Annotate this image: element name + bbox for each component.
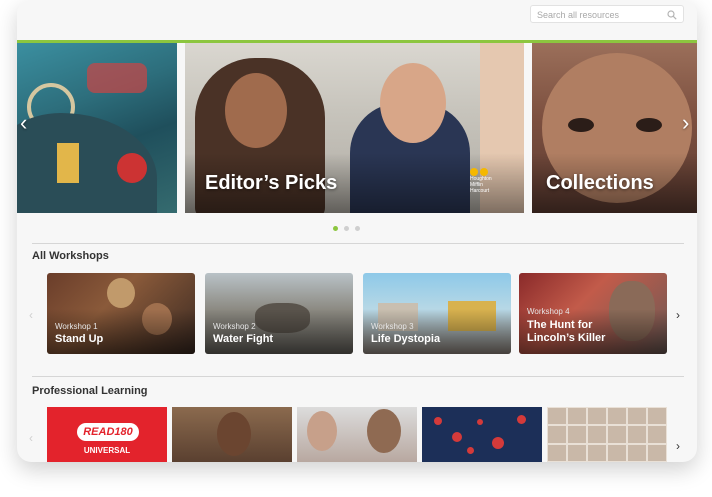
carousel-pagination — [333, 226, 360, 231]
workshop-number: Workshop 3 — [371, 322, 414, 331]
chevron-left-icon[interactable]: ‹ — [29, 432, 33, 444]
pagination-dot[interactable] — [344, 226, 349, 231]
chevron-right-icon[interactable]: › — [676, 440, 680, 452]
chevron-right-icon[interactable]: › — [676, 309, 680, 321]
search-icon[interactable] — [667, 10, 677, 20]
learning-card[interactable] — [422, 407, 542, 462]
hero-slide-left[interactable] — [17, 43, 177, 213]
learning-card-read180[interactable]: READ180 UNIVERSAL — [47, 407, 167, 462]
workshop-title: Water Fight — [213, 333, 274, 345]
workshop-title: Stand Up — [55, 333, 104, 345]
hero-slide-title: Editor’s Picks — [205, 172, 338, 194]
learning-card[interactable] — [547, 407, 667, 462]
learning-card[interactable] — [297, 407, 417, 462]
workshop-title: The Hunt for — [527, 319, 593, 331]
section-title-professional-learning: Professional Learning — [32, 385, 148, 397]
chevron-left-icon[interactable]: ‹ — [20, 112, 27, 134]
section-title-workshops: All Workshops — [32, 250, 109, 262]
learning-card[interactable] — [172, 407, 292, 462]
workshop-number: Workshop 1 — [55, 322, 98, 331]
hmh-logo: Houghton Mifflin Harcourt — [470, 168, 518, 194]
workshop-card[interactable]: Workshop 1 Stand Up — [47, 273, 195, 354]
hero-slide-collections[interactable]: Collections — [532, 43, 697, 213]
workshop-card[interactable]: Workshop 3 Life Dystopia — [363, 273, 511, 354]
chevron-right-icon[interactable]: › — [682, 112, 689, 134]
workshop-title: Life Dystopia — [371, 333, 441, 345]
workshop-number: Workshop 2 — [213, 322, 256, 331]
read180-logo: READ180 — [77, 423, 139, 441]
hmh-logo-line: Harcourt — [470, 188, 490, 194]
pagination-dot[interactable] — [333, 226, 338, 231]
read180-label: UNIVERSAL — [83, 446, 131, 455]
top-bar: Search all resources — [17, 0, 697, 38]
workshop-card[interactable]: Workshop 2 Water Fight — [205, 273, 353, 354]
hero-slide-editors-picks[interactable]: Editor’s Picks Houghton Mifflin Harcourt — [185, 43, 524, 213]
hero-slide-title: Collections — [546, 172, 654, 194]
chevron-left-icon[interactable]: ‹ — [29, 309, 33, 321]
workshop-card[interactable]: Workshop 4 The Hunt for Lincoln’s Killer — [519, 273, 667, 354]
app-frame: Search all resources Editor’s Picks Houg… — [17, 0, 697, 462]
workshop-number: Workshop 4 — [527, 307, 570, 316]
search-placeholder: Search all resources — [537, 10, 620, 20]
pagination-dot[interactable] — [355, 226, 360, 231]
search-input[interactable]: Search all resources — [530, 5, 684, 23]
section-divider — [32, 243, 684, 244]
section-divider — [32, 376, 684, 377]
workshop-title: Lincoln’s Killer — [527, 332, 606, 344]
hero-carousel: Editor’s Picks Houghton Mifflin Harcourt… — [17, 40, 697, 214]
